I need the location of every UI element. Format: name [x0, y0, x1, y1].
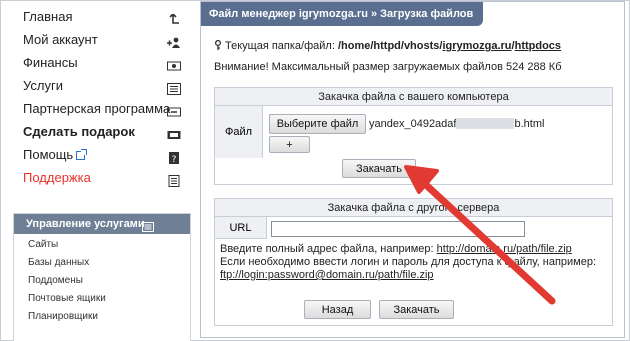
sidebar-item-label: Мой аккаунт [23, 32, 98, 47]
sidebar-item-support[interactable]: Поддержка [23, 167, 185, 189]
url-example-link: http://domain.ru/path/file.zip [436, 243, 572, 255]
sidebar-item-help[interactable]: Помощь ? [23, 144, 185, 166]
file-name-start: yandex_0492adaf [369, 118, 457, 130]
file-manager-panel: Файл менеджер igrymozga.ru » Загрузка фа… [200, 1, 625, 338]
file-label: Файл [215, 106, 263, 158]
remote-upload-header: Закачка файла с другого сервера [215, 199, 612, 217]
page-title: Файл менеджер igrymozga.ru » Загрузка фа… [201, 2, 484, 26]
remote-upload-submit-button[interactable]: Закачать [379, 300, 454, 319]
remote-upload-box: Закачка файла с другого сервера URL Введ… [214, 198, 613, 326]
url-help-line1: Введите полный адрес файла, например: [220, 243, 437, 255]
url-input[interactable] [271, 221, 525, 237]
path-link-site[interactable]: igrymozga.ru [442, 40, 511, 52]
user-add-icon [167, 34, 181, 48]
services-panel-header[interactable]: Управление услугами [14, 214, 190, 234]
app-window: Главная Мой аккаунт Финансы Услуги Партн [0, 0, 630, 341]
redacted-area [456, 118, 515, 129]
sidebar-item-gift[interactable]: Сделать подарок [23, 121, 185, 143]
key-icon [214, 39, 222, 50]
services-item-subdomains[interactable]: Поддомены [28, 275, 83, 286]
local-upload-header: Закачка файла с вашего компьютера [215, 88, 612, 106]
services-item-schedulers[interactable]: Планировщики [28, 311, 98, 322]
current-path-label: Текущая папка/файл: [225, 40, 335, 52]
url-help-text: Введите полный адрес файла, например: ht… [220, 243, 610, 282]
sidebar-item-label: Сделать подарок [23, 124, 135, 139]
file-name-end: b.html [514, 118, 545, 130]
ftp-example: ftp://login:password@domain.ru/path/file… [220, 269, 434, 281]
sidebar-item-partner[interactable]: Партнерская программа [23, 98, 185, 120]
services-panel-title: Управление услугами [26, 218, 145, 230]
current-path: Текущая папка/файл: /home/httpd/vhosts/i… [214, 39, 561, 52]
services-item-mailboxes[interactable]: Почтовые ящики [28, 293, 106, 304]
sidebar-item-label: Главная [23, 9, 73, 24]
path-link-httpdocs[interactable]: httpdocs [515, 40, 561, 52]
sidebar-item-account[interactable]: Мой аккаунт [23, 29, 185, 51]
home-arrow-icon [167, 11, 181, 24]
sidebar-item-label: Помощь [23, 147, 74, 162]
list-icon [167, 80, 181, 95]
sidebar-item-label: Услуги [23, 78, 63, 93]
sidebar: Главная Мой аккаунт Финансы Услуги Партн [1, 1, 196, 341]
money-icon [167, 57, 181, 71]
sidebar-item-label: Поддержка [23, 170, 91, 185]
sidebar-item-finance[interactable]: Финансы [23, 52, 185, 74]
menu-icon [142, 219, 154, 232]
help-icon: ? [167, 149, 181, 165]
svg-text:?: ? [172, 155, 177, 164]
services-item-sites[interactable]: Сайты [28, 239, 58, 250]
url-label: URL [215, 217, 267, 239]
back-button[interactable]: Назад [304, 300, 371, 319]
sidebar-item-label: Финансы [23, 55, 78, 70]
services-item-databases[interactable]: Базы данных [28, 257, 89, 268]
add-file-button[interactable]: + [269, 136, 310, 153]
upload-submit-button[interactable]: Закачать [342, 159, 416, 178]
sidebar-item-services[interactable]: Услуги [23, 75, 185, 97]
sidebar-item-home[interactable]: Главная [23, 6, 185, 28]
services-panel: Управление услугами Сайты Базы данных По… [13, 213, 191, 341]
partner-money-icon [167, 103, 181, 117]
current-path-root: /home/httpd/vhosts/ [337, 40, 443, 52]
sidebar-item-label: Партнерская программа [23, 101, 171, 116]
gift-icon [167, 126, 181, 139]
external-link-icon [76, 149, 88, 160]
support-icon [167, 172, 181, 187]
selected-file-name: yandex_0492adaf b.html [369, 118, 544, 130]
url-help-line2: Если необходимо ввести логин и пароль дл… [220, 256, 597, 268]
choose-file-button[interactable]: Выберите файл [269, 114, 366, 134]
local-upload-box: Закачка файла с вашего компьютера Файл В… [214, 87, 613, 185]
size-warning: Внимание! Максимальный размер загружаемы… [214, 61, 562, 73]
